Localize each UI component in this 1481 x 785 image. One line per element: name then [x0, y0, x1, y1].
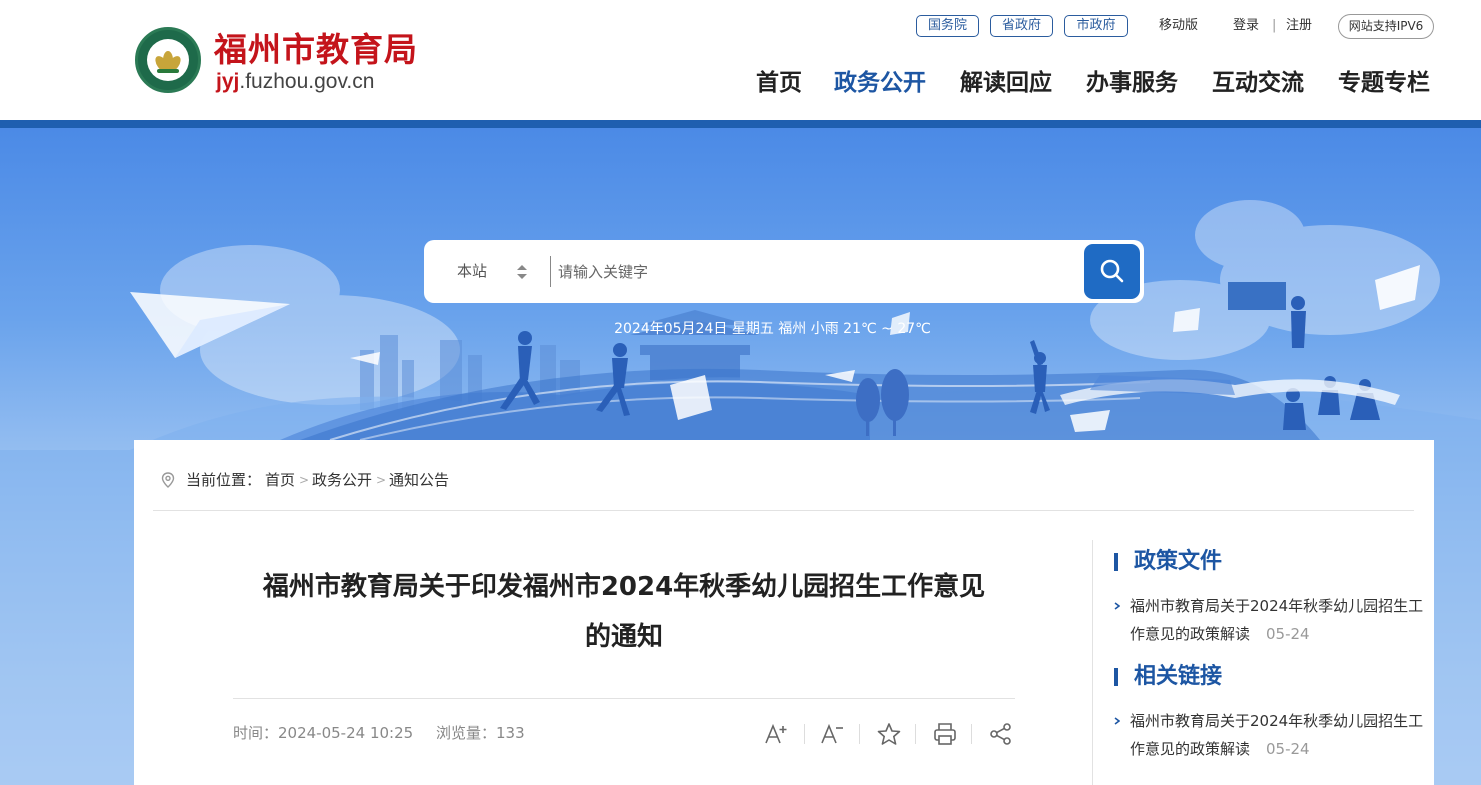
- site-title[interactable]: 福州市教育局: [214, 23, 418, 71]
- article-title-line-1: 福州市教育局关于印发福州市2024年秋季幼儿园招生工作意见: [262, 572, 986, 602]
- print-icon[interactable]: [932, 722, 958, 746]
- article-view-count: 浏览量：133: [436, 724, 525, 742]
- nav-services[interactable]: 办事服务: [1086, 66, 1178, 100]
- breadcrumb-separator: >: [376, 473, 387, 487]
- gov-link-province[interactable]: 省政府: [990, 15, 1053, 37]
- share-icon[interactable]: [988, 722, 1014, 746]
- breadcrumb-notices[interactable]: 通知公告: [389, 468, 449, 492]
- search-bar: 本站: [424, 240, 1144, 303]
- education-emblem-logo[interactable]: [135, 27, 201, 93]
- search-button[interactable]: [1084, 244, 1140, 299]
- font-increase-icon[interactable]: [764, 722, 790, 746]
- nav-interpretation[interactable]: 解读回应: [960, 66, 1052, 100]
- search-scope-select[interactable]: 本站: [457, 240, 487, 303]
- gov-link-city[interactable]: 市政府: [1064, 15, 1128, 37]
- breadcrumb-government-affairs[interactable]: 政务公开: [312, 468, 372, 492]
- search-divider: [550, 256, 551, 287]
- breadcrumb-label: 当前位置：: [186, 471, 262, 489]
- chevron-right-icon: [1114, 602, 1120, 610]
- search-input[interactable]: [558, 252, 1068, 292]
- site-domain: jyj.fuzhou.gov.cn: [216, 70, 375, 93]
- sort-arrows-icon[interactable]: [516, 264, 528, 280]
- sidebar-item-date: 05-24: [1266, 625, 1310, 643]
- site-header: 福州市教育局 jyj.fuzhou.gov.cn 国务院 省政府 市政府 移动版…: [0, 0, 1481, 120]
- ipv6-badge: 网站支持IPV6: [1338, 14, 1434, 39]
- location-pin-icon: [161, 472, 175, 488]
- date-weather-text: 2024年05月24日 星期五 福州 小雨 21℃ ~ 27℃: [614, 321, 931, 337]
- gov-link-state-council[interactable]: 国务院: [916, 15, 979, 37]
- breadcrumb-home[interactable]: 首页: [265, 468, 295, 492]
- sidebar-divider: [1092, 540, 1093, 785]
- mobile-version-link[interactable]: 移动版: [1159, 17, 1198, 35]
- nav-government-affairs[interactable]: 政务公开: [834, 66, 926, 100]
- chevron-right-icon: [1114, 717, 1120, 725]
- nav-special-topics[interactable]: 专题专栏: [1338, 66, 1430, 100]
- font-decrease-icon[interactable]: [820, 722, 846, 746]
- login-register-separator: |: [1272, 18, 1277, 33]
- article-meta-divider: [233, 698, 1015, 699]
- nav-interaction[interactable]: 互动交流: [1212, 66, 1304, 100]
- sidebar-item-date: 05-24: [1266, 740, 1310, 758]
- search-icon: [1100, 259, 1124, 283]
- register-link[interactable]: 注册: [1286, 17, 1312, 35]
- breadcrumb-separator: >: [299, 473, 310, 487]
- article-title-line-2: 的通知: [584, 622, 663, 652]
- content-panel: 当前位置： 首页 > 政务公开 > 通知公告 福州市教育局关于印发福州市2024…: [134, 440, 1434, 785]
- star-icon[interactable]: [876, 722, 902, 746]
- breadcrumb-divider: [153, 510, 1414, 511]
- article-publish-time: 时间：2024-05-24 10:25: [233, 724, 414, 742]
- article-title: 福州市教育局关于印发福州市2024年秋季幼儿园招生工作意见 的通知: [224, 562, 1024, 662]
- login-link[interactable]: 登录: [1233, 17, 1259, 35]
- nav-home[interactable]: 首页: [756, 66, 802, 100]
